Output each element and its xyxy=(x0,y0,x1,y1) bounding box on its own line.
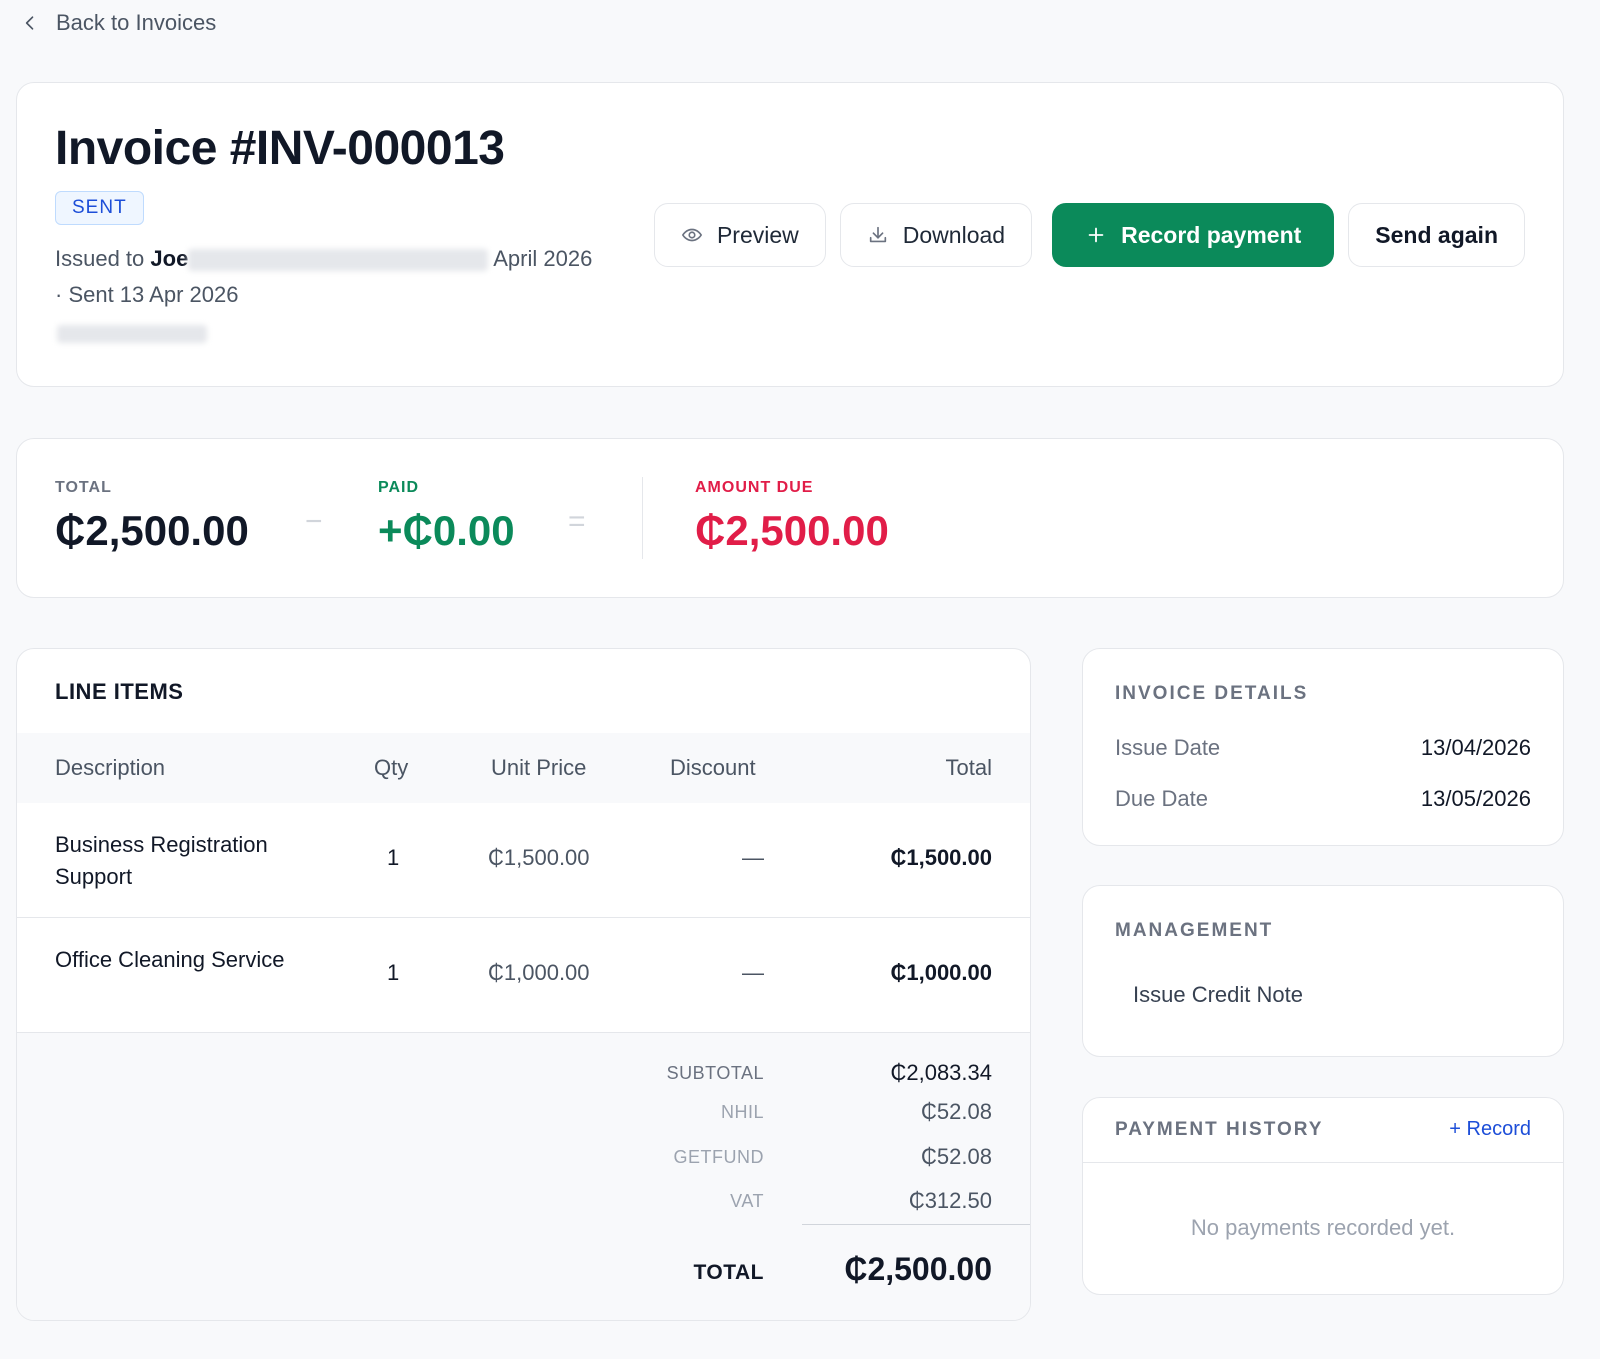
subtotal-value: ₵2,083.34 xyxy=(890,1060,992,1085)
issue-date-value: 13/04/2026 xyxy=(1420,735,1531,760)
table-header: Description Qty Unit Price Discount Tota… xyxy=(17,733,1030,803)
header-actions: Preview Download Record payment Send aga… xyxy=(653,203,1525,267)
invoice-header-card: Invoice #INV-000013 SENT Issued to Joe A… xyxy=(16,82,1564,387)
row-total: ₵1,000.00 xyxy=(890,960,992,985)
page-title: Invoice #INV-000013 xyxy=(55,122,505,175)
table-row: Business Registration Support 1 ₵1,500.0… xyxy=(17,803,1030,918)
row-discount: — xyxy=(742,960,764,985)
record-payment-button[interactable]: Record payment xyxy=(1052,203,1335,267)
totals-divider xyxy=(802,1224,1030,1225)
management-card: MANAGEMENT Issue Credit Note xyxy=(1082,885,1564,1057)
chevron-left-icon xyxy=(25,16,34,30)
payment-history-card: PAYMENT HISTORY + Record No payments rec… xyxy=(1082,1097,1564,1295)
redacted-info xyxy=(57,325,207,343)
line-items-title: LINE ITEMS xyxy=(55,679,184,704)
col-discount: Discount xyxy=(670,755,756,780)
summary-paid-label: PAID xyxy=(378,479,420,496)
sent-date: · Sent 13 Apr 2026 xyxy=(55,282,239,307)
record-payment-label: Record payment xyxy=(1121,221,1302,248)
grand-total-label: TOTAL xyxy=(693,1261,764,1284)
getfund-value: ₵52.08 xyxy=(921,1144,992,1169)
send-again-label: Send again xyxy=(1375,221,1498,248)
invoice-details-card: INVOICE DETAILS Issue Date 13/04/2026 Du… xyxy=(1082,648,1564,846)
amount-summary-card: TOTAL ₵2,500.00 − PAID +₵0.00 = AMOUNT D… xyxy=(16,438,1564,598)
download-button[interactable]: Download xyxy=(839,203,1033,267)
back-to-invoices-link[interactable]: Back to Invoices xyxy=(20,10,216,36)
status-badge: SENT xyxy=(55,191,144,225)
row-description: Office Cleaning Service xyxy=(55,947,285,972)
summary-divider xyxy=(642,477,643,559)
col-total: Total xyxy=(945,755,992,780)
summary-due-label: AMOUNT DUE xyxy=(695,479,814,496)
preview-button[interactable]: Preview xyxy=(653,203,826,267)
vat-label: VAT xyxy=(730,1191,764,1211)
management-title: MANAGEMENT xyxy=(1115,920,1274,941)
customer-name: Joe xyxy=(150,246,189,271)
payment-history-title: PAYMENT HISTORY xyxy=(1115,1119,1324,1140)
issued-date: April 2026 xyxy=(493,246,593,271)
summary-due-value: ₵2,500.00 xyxy=(695,507,889,554)
send-again-button[interactable]: Send again xyxy=(1348,203,1525,267)
row-discount: — xyxy=(742,845,764,870)
summary-total-label: TOTAL xyxy=(55,479,112,496)
back-link-label: Back to Invoices xyxy=(56,10,217,35)
row-unit-price: ₵1,500.00 xyxy=(488,845,590,870)
row-qty: 1 xyxy=(387,960,400,985)
col-description: Description xyxy=(55,755,166,780)
plus-icon xyxy=(1088,227,1104,243)
issued-info: Issued to Joe April 2026 · Sent 13 Apr 2… xyxy=(55,241,635,313)
issued-prefix: Issued to xyxy=(55,246,145,271)
equals-sign: = xyxy=(568,505,586,538)
issue-credit-note-button[interactable]: Issue Credit Note xyxy=(1133,982,1303,1008)
summary-total: TOTAL ₵2,500.00 xyxy=(55,479,249,555)
history-divider xyxy=(1083,1162,1563,1163)
grand-total-value: ₵2,500.00 xyxy=(844,1251,992,1287)
due-date-label: Due Date xyxy=(1115,786,1208,811)
row-description: Business Registration Support xyxy=(55,832,268,889)
preview-label: Preview xyxy=(716,221,799,248)
download-icon xyxy=(869,226,886,243)
summary-paid-value: +₵0.00 xyxy=(378,507,515,554)
nhil-label: NHIL xyxy=(720,1102,764,1122)
col-unit-price: Unit Price xyxy=(491,755,587,780)
row-total: ₵1,500.00 xyxy=(890,845,992,870)
due-date-value: 13/05/2026 xyxy=(1420,786,1531,811)
getfund-label: GETFUND xyxy=(673,1147,764,1167)
download-label: Download xyxy=(902,221,1006,248)
summary-paid: PAID +₵0.00 xyxy=(378,479,515,555)
row-qty: 1 xyxy=(387,845,400,870)
table-row: Office Cleaning Service 1 ₵1,000.00 — ₵1… xyxy=(17,918,1030,1033)
redacted-customer xyxy=(188,249,489,272)
issue-date-label: Issue Date xyxy=(1115,735,1221,760)
col-qty: Qty xyxy=(374,755,409,780)
eye-icon xyxy=(681,228,703,242)
invoice-details-title: INVOICE DETAILS xyxy=(1115,683,1309,704)
record-payment-link[interactable]: + Record xyxy=(1449,1118,1531,1141)
nhil-value: ₵52.08 xyxy=(921,1099,992,1124)
vat-value: ₵312.50 xyxy=(908,1188,992,1213)
empty-history-message: No payments recorded yet. xyxy=(1190,1215,1456,1240)
subtotal-label: SUBTOTAL xyxy=(666,1063,764,1083)
row-unit-price: ₵1,000.00 xyxy=(488,960,590,985)
line-items-card: LINE ITEMS Description Qty Unit Price Di… xyxy=(16,648,1031,1321)
minus-sign: − xyxy=(305,505,323,538)
summary-total-value: ₵2,500.00 xyxy=(55,507,249,554)
totals-section: SUBTOTAL ₵2,083.34 NHIL ₵52.08 GETFUND ₵… xyxy=(17,1033,1030,1320)
summary-due: AMOUNT DUE ₵2,500.00 xyxy=(695,479,889,555)
